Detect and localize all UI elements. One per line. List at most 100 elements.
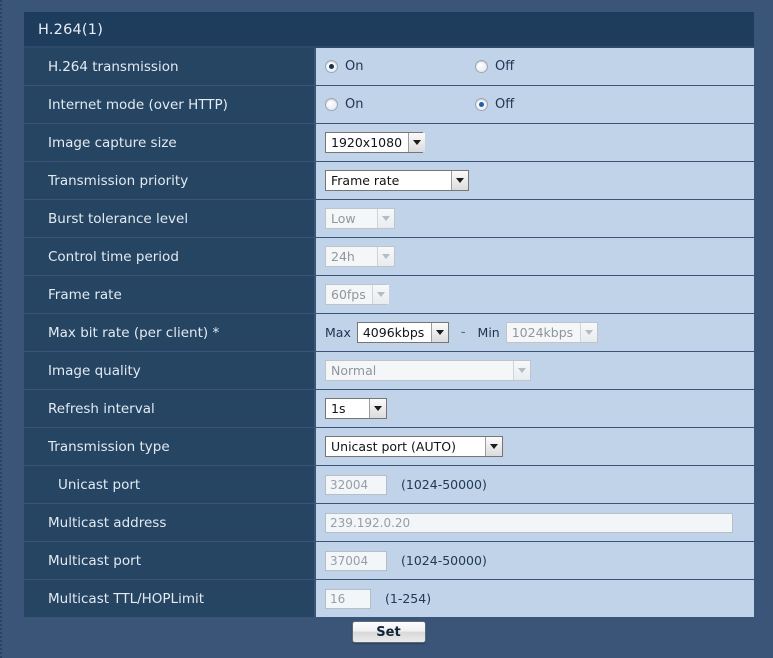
settings-page: H.264(1) H.264 transmission On Off Inter… (0, 0, 773, 658)
select-value: Frame rate (331, 173, 400, 188)
row-value-multicast-address: 239.192.0.20 (316, 504, 754, 541)
row-label-transmission-priority: Transmission priority (24, 162, 316, 199)
radio-label: On (345, 97, 364, 112)
radio-internet-mode-on[interactable]: On (325, 97, 465, 112)
radio-dot-icon (325, 98, 338, 111)
select-frame-rate[interactable]: 60fps (325, 284, 389, 305)
radio-label: On (345, 59, 364, 74)
select-min-bit-rate[interactable]: 1024kbps (505, 322, 598, 343)
input-multicast-address[interactable]: 239.192.0.20 (325, 512, 733, 533)
footer: Set (2, 621, 773, 643)
chevron-down-icon (377, 209, 394, 228)
row-label-burst-tolerance-level: Burst tolerance level (24, 200, 316, 237)
chevron-down-icon (485, 437, 502, 456)
radio-dot-icon (475, 98, 488, 111)
select-value: 24h (331, 249, 355, 264)
row-label-refresh-interval: Refresh interval (24, 390, 316, 427)
radio-dot-icon (475, 60, 488, 73)
row-value-multicast-port: 37004 (1024-50000) (316, 542, 754, 579)
min-label: Min (477, 325, 500, 340)
row-value-multicast-ttl: 16 (1-254) (316, 580, 754, 617)
chevron-down-icon (451, 171, 468, 190)
radio-group-h264-transmission: On Off (325, 59, 524, 74)
row-label-h264-transmission: H.264 transmission (24, 48, 316, 85)
row-value-frame-rate: 60fps (316, 276, 754, 313)
input-multicast-port[interactable]: 37004 (325, 550, 387, 571)
table-row: Max bit rate (per client) * Max 4096kbps… (24, 314, 754, 351)
row-value-transmission-type: Unicast port (AUTO) (316, 428, 754, 465)
chevron-down-icon (408, 133, 426, 152)
radio-h264-transmission-on[interactable]: On (325, 59, 465, 74)
select-value: 4096kbps (362, 325, 425, 340)
select-value: Normal (331, 363, 377, 378)
row-label-control-time-period: Control time period (24, 238, 316, 275)
table-row: Frame rate 60fps (24, 276, 754, 313)
row-value-max-bit-rate: Max 4096kbps - Min 1024kbps (316, 314, 754, 351)
select-control-time-period[interactable]: 24h (325, 246, 395, 267)
chevron-down-icon (579, 323, 597, 342)
hint-unicast-port-range: (1024-50000) (401, 477, 487, 492)
hint-multicast-port-range: (1024-50000) (401, 553, 487, 568)
chevron-down-icon (369, 399, 386, 418)
select-transmission-type[interactable]: Unicast port (AUTO) (325, 436, 503, 457)
table-row: Internet mode (over HTTP) On Off (24, 86, 754, 123)
row-label-max-bit-rate: Max bit rate (per client) * (24, 314, 316, 351)
row-label-multicast-ttl: Multicast TTL/HOPLimit (24, 580, 316, 617)
table-row: Image quality Normal (24, 352, 754, 389)
row-value-h264-transmission: On Off (316, 48, 754, 85)
table-row: Unicast port 32004 (1024-50000) (24, 466, 754, 503)
row-value-unicast-port: 32004 (1024-50000) (316, 466, 754, 503)
select-value: 1024kbps (511, 325, 574, 340)
radio-internet-mode-off[interactable]: Off (475, 97, 514, 112)
row-value-internet-mode: On Off (316, 86, 754, 123)
select-value: 1920x1080 (331, 135, 403, 150)
chevron-down-icon (513, 361, 530, 380)
select-refresh-interval[interactable]: 1s (325, 398, 387, 419)
radio-dot-icon (325, 60, 338, 73)
table-row: Transmission priority Frame rate (24, 162, 754, 199)
radio-h264-transmission-off[interactable]: Off (475, 59, 514, 74)
chevron-down-icon (371, 285, 389, 304)
select-image-quality[interactable]: Normal (325, 360, 531, 381)
table-row: Multicast TTL/HOPLimit 16 (1-254) (24, 580, 754, 617)
select-value: 60fps (331, 287, 366, 302)
row-label-unicast-port: Unicast port (24, 466, 316, 503)
panel-title: H.264(1) (24, 12, 754, 48)
radio-label: Off (495, 97, 515, 112)
row-label-multicast-address: Multicast address (24, 504, 316, 541)
radio-group-internet-mode: On Off (325, 97, 524, 112)
table-row: Multicast address 239.192.0.20 (24, 504, 754, 541)
row-value-refresh-interval: 1s (316, 390, 754, 427)
row-label-image-capture-size: Image capture size (24, 124, 316, 161)
table-row: Image capture size 1920x1080 (24, 124, 754, 161)
input-unicast-port[interactable]: 32004 (325, 474, 387, 495)
select-burst-tolerance-level[interactable]: Low (325, 208, 395, 229)
row-label-multicast-port: Multicast port (24, 542, 316, 579)
hint-multicast-ttl-range: (1-254) (385, 591, 432, 606)
row-label-image-quality: Image quality (24, 352, 316, 389)
chevron-down-icon (430, 323, 448, 342)
select-transmission-priority[interactable]: Frame rate (325, 170, 469, 191)
set-button[interactable]: Set (351, 621, 426, 643)
row-label-internet-mode: Internet mode (over HTTP) (24, 86, 316, 123)
select-value: 1s (331, 401, 346, 416)
row-label-transmission-type: Transmission type (24, 428, 316, 465)
h264-settings-panel: H.264(1) H.264 transmission On Off Inter… (24, 12, 754, 617)
select-image-capture-size[interactable]: 1920x1080 (325, 132, 426, 153)
range-separator: - (460, 325, 466, 340)
chevron-down-icon (377, 247, 394, 266)
row-label-frame-rate: Frame rate (24, 276, 316, 313)
table-row: Control time period 24h (24, 238, 754, 275)
input-multicast-ttl[interactable]: 16 (325, 588, 371, 609)
table-row: Transmission type Unicast port (AUTO) (24, 428, 754, 465)
select-value: Low (331, 211, 356, 226)
table-row: Multicast port 37004 (1024-50000) (24, 542, 754, 579)
row-value-control-time-period: 24h (316, 238, 754, 275)
table-row: H.264 transmission On Off (24, 48, 754, 85)
table-row: Burst tolerance level Low (24, 200, 754, 237)
select-value: Unicast port (AUTO) (331, 439, 456, 454)
row-value-transmission-priority: Frame rate (316, 162, 754, 199)
table-row: Refresh interval 1s (24, 390, 754, 427)
select-max-bit-rate[interactable]: 4096kbps (356, 322, 449, 343)
radio-label: Off (495, 59, 515, 74)
